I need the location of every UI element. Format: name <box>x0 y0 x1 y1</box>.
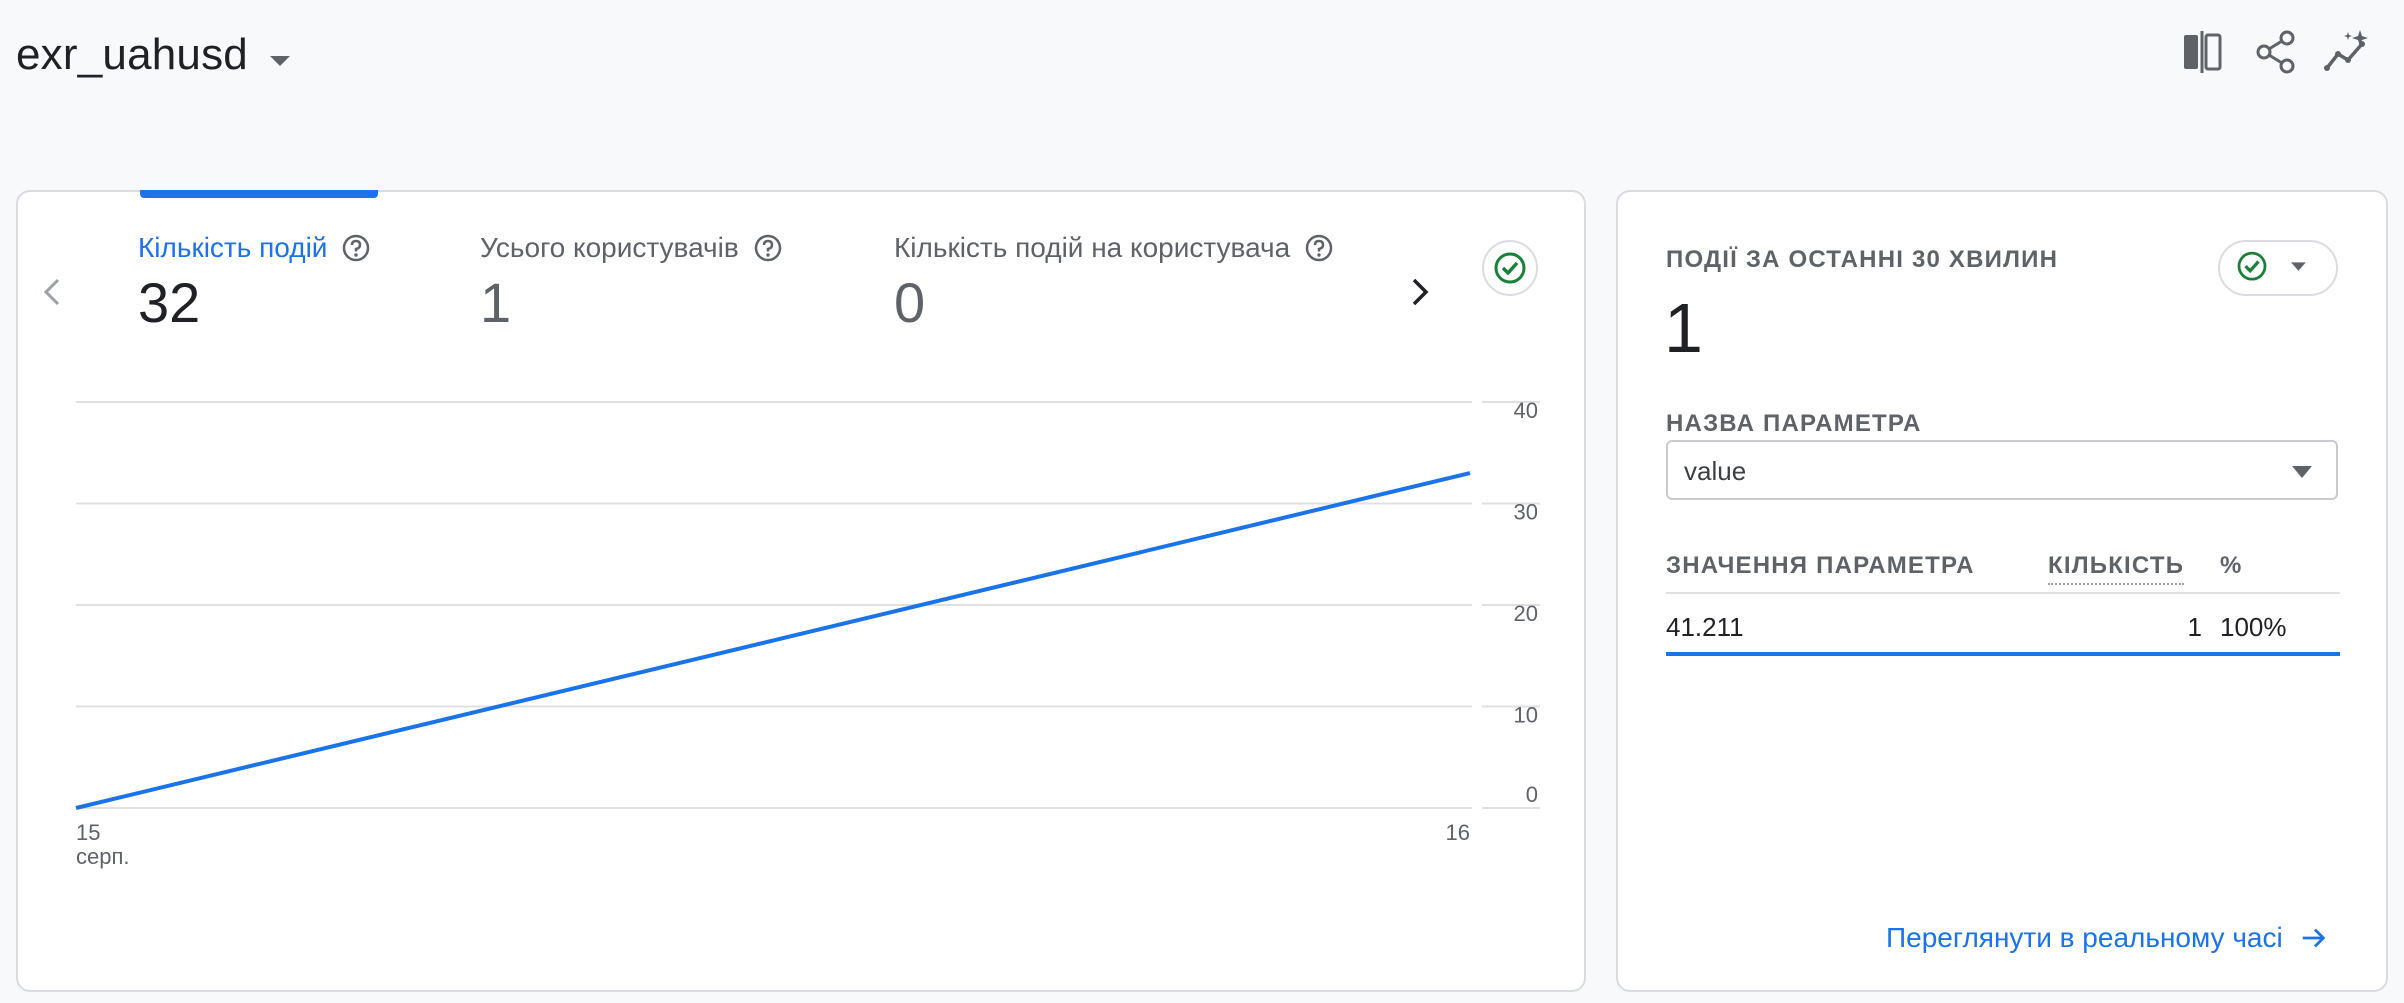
realtime-card: ПОДІЇ ЗА ОСТАННІ 30 ХВИЛИН 1 НАЗВА ПАРАМ… <box>1616 190 2388 992</box>
y-tick-label: 0 <box>1526 782 1538 807</box>
row-percent: 100% <box>2220 612 2287 642</box>
row-param-value: 41.211 <box>1666 612 1744 642</box>
x-tick-label: 16 <box>1446 820 1470 845</box>
arrow-right-icon <box>2302 928 2326 948</box>
col-header-percent: % <box>2220 552 2243 579</box>
check-circle-icon <box>2237 251 2306 281</box>
realtime-title: ПОДІЇ ЗА ОСТАННІ 30 ХВИЛИН <box>1666 246 2059 273</box>
line-chart: 0 10 20 30 40 15серп. 16 <box>75 382 1540 869</box>
view-realtime-label: Переглянути в реальному часі <box>1886 922 2283 953</box>
metrics-chart-card: Кількість подій 32 Усього користувачів 1… <box>16 190 1586 992</box>
row-count: 1 <box>2187 612 2202 642</box>
x-tick-label: 15 <box>76 820 100 845</box>
chevron-down-icon <box>2292 466 2312 478</box>
insights-icon[interactable] <box>2322 26 2374 78</box>
title-dropdown-icon[interactable] <box>270 56 290 66</box>
y-tick-label: 10 <box>1514 703 1538 728</box>
param-name-select[interactable]: value <box>1666 440 2338 500</box>
realtime-status-dropdown[interactable] <box>2218 240 2338 296</box>
col-header-param-value: ЗНАЧЕННЯ ПАРАМЕТРА <box>1666 552 1975 579</box>
chart-series-line <box>75 471 1471 810</box>
x-tick-sublabel: серп. <box>76 844 130 869</box>
y-tick-label: 40 <box>1514 398 1538 423</box>
report-header: exr_uahusd <box>0 0 2404 120</box>
param-select-value: value <box>1684 456 1747 486</box>
axis-gap <box>1472 382 1482 828</box>
event-title: exr_uahusd <box>16 30 248 79</box>
col-header-count[interactable]: КІЛЬКІСТЬ <box>2048 552 2185 585</box>
param-name-label: НАЗВА ПАРАМЕТРА <box>1666 410 1922 437</box>
row-proportion-bar <box>1666 652 2340 656</box>
y-tick-label: 30 <box>1514 500 1538 525</box>
y-tick-label: 20 <box>1514 601 1538 626</box>
realtime-count: 1 <box>1664 289 1703 367</box>
table-divider <box>1666 592 2340 594</box>
view-realtime-link[interactable]: Переглянути в реальному часі <box>1886 922 2329 954</box>
share-icon[interactable] <box>2250 26 2302 78</box>
compare-icon[interactable] <box>2176 26 2228 78</box>
